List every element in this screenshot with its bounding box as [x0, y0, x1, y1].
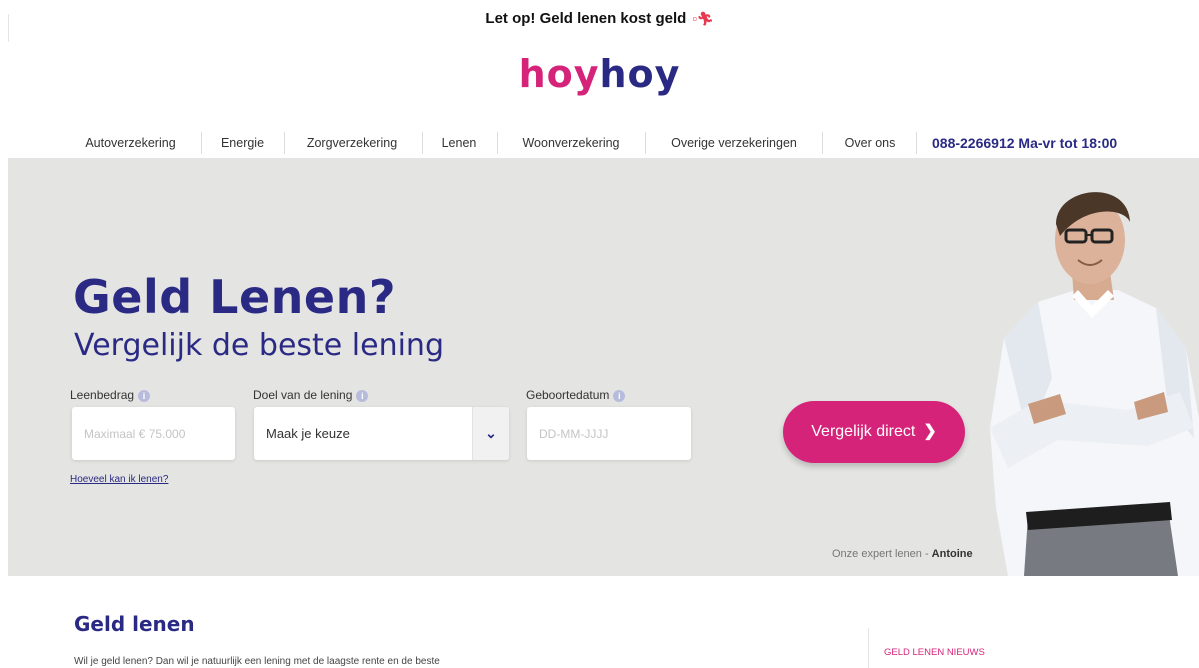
nav-item-overige-verzekeringen[interactable]: Overige verzekeringen [654, 128, 814, 158]
compare-direct-label: Vergelijk direct [811, 423, 916, 440]
nav-separator [422, 132, 423, 154]
dob-input[interactable] [527, 407, 691, 460]
hero-subtitle: Vergelijk de beste lening [74, 328, 444, 363]
purpose-select-value: Maak je keuze [266, 426, 350, 441]
dob-label-text: Geboortedatum [526, 388, 610, 402]
compare-direct-button[interactable]: Vergelijk direct ❯ [783, 401, 965, 463]
dob-label: Geboortedatum i [526, 388, 626, 402]
how-much-can-i-borrow-link[interactable]: Hoeveel kan ik lenen? [70, 474, 168, 485]
sidebar-divider [868, 628, 869, 668]
nav-separator [645, 132, 646, 154]
caption-prefix: Onze expert lenen - [832, 548, 932, 560]
chevron-down-icon[interactable]: ⌄ [472, 407, 509, 460]
nav-item-lenen[interactable]: Lenen [431, 128, 487, 158]
purpose-select[interactable]: Maak je keuze ⌄ [254, 407, 509, 460]
hero-section: Geld Lenen? Vergelijk de beste lening Le… [8, 158, 1199, 576]
caption-name: Antoine [931, 548, 973, 560]
running-man-icon: ▫🏃︎ [692, 11, 714, 26]
info-icon[interactable]: i [613, 389, 626, 402]
purpose-label: Doel van de lening i [253, 388, 369, 402]
nav-item-woonverzekering[interactable]: Woonverzekering [506, 128, 636, 158]
logo-part-two: hoy [599, 52, 681, 96]
nav-item-over-ons[interactable]: Over ons [831, 128, 909, 158]
hero-title: Geld Lenen? [73, 270, 397, 324]
logo-part-one: hoy [518, 52, 600, 96]
purpose-label-text: Doel van de lening [253, 388, 353, 402]
nav-separator [497, 132, 498, 154]
main-navigation: Autoverzekering Energie Zorgverzekering … [0, 128, 1199, 158]
amount-input[interactable] [72, 407, 235, 460]
content-heading: Geld lenen [74, 612, 195, 636]
loan-warning-banner: Let op! Geld lenen kost geld ▫🏃︎ [0, 10, 1199, 27]
phone-number-link[interactable]: 088-2266912 Ma-vr tot 18:00 [932, 128, 1117, 158]
expert-photo [990, 192, 1199, 576]
nav-separator [284, 132, 285, 154]
info-icon[interactable]: i [138, 389, 151, 402]
hoyhoy-logo[interactable]: hoyhoy [0, 52, 1199, 96]
intro-paragraph: Wil je geld lenen? Dan wil je natuurlijk… [74, 656, 440, 667]
amount-label-text: Leenbedrag [70, 388, 135, 402]
nav-item-energie[interactable]: Energie [210, 128, 275, 158]
nav-separator [201, 132, 202, 154]
warning-text: Let op! Geld lenen kost geld [485, 10, 687, 27]
chevron-right-icon: ❯ [923, 423, 937, 440]
nav-separator [916, 132, 917, 154]
nav-separator [822, 132, 823, 154]
nav-item-autoverzekering[interactable]: Autoverzekering [73, 128, 188, 158]
expert-caption: Onze expert lenen - Antoine [832, 548, 973, 560]
info-icon[interactable]: i [356, 389, 369, 402]
amount-field[interactable] [72, 407, 235, 460]
sidebar-news-title: GELD LENEN NIEUWS [884, 647, 985, 658]
dob-field[interactable] [527, 407, 691, 460]
amount-label: Leenbedrag i [70, 388, 151, 402]
nav-item-zorgverzekering[interactable]: Zorgverzekering [293, 128, 411, 158]
